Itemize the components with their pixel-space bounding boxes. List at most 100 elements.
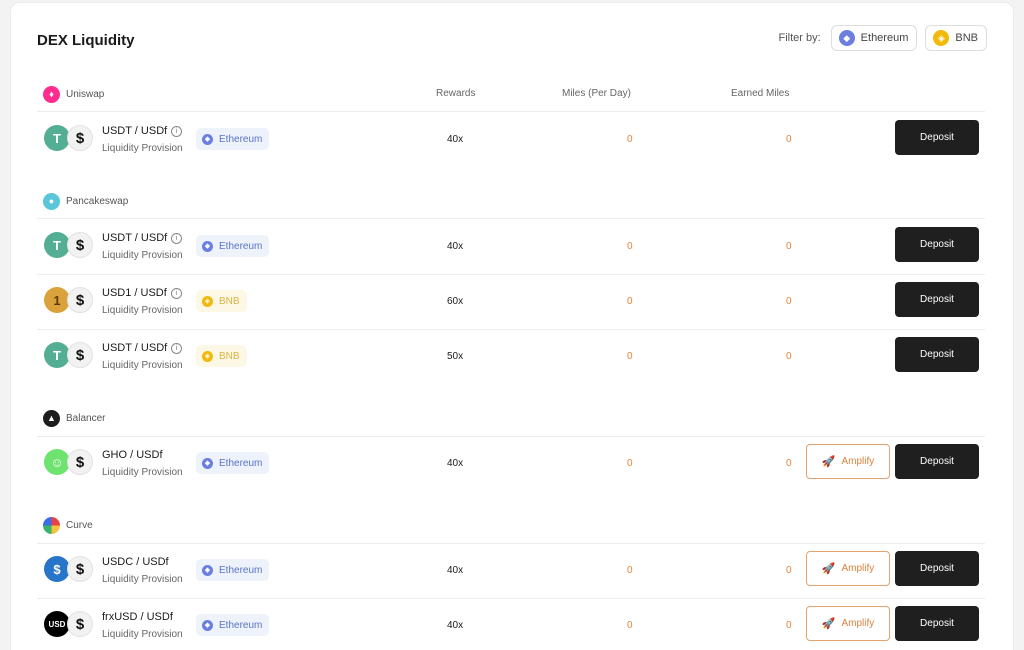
position-type: Liquidity Provision: [102, 250, 183, 261]
rewards-value: 40x: [447, 565, 464, 576]
table-row: $ $ USDC / USDf Liquidity Provision ◆ Eth…: [37, 543, 985, 598]
position-type: Liquidity Provision: [102, 305, 183, 316]
section-curve: Curve: [43, 513, 985, 537]
deposit-button[interactable]: Deposit: [895, 551, 979, 586]
pair-label: USDT / USDf: [102, 125, 168, 137]
pair-name: USD1 / USDf i: [102, 287, 182, 299]
earned-miles-value: 0: [786, 351, 792, 362]
column-earned-miles: Earned Miles: [731, 88, 790, 99]
header: DEX Liquidity Filter by: ◆ Ethereum ◈ BN…: [37, 25, 987, 54]
table-row: T $ USDT / USDf i Liquidity Provision ◈ BN…: [37, 329, 985, 384]
uniswap-icon: ♦: [43, 85, 60, 103]
pair-label: USDT / USDf: [102, 342, 168, 354]
position-type: Liquidity Provision: [102, 574, 183, 585]
earned-miles-value: 0: [786, 241, 792, 252]
usdf-coin-icon: $: [67, 342, 93, 368]
amplify-button[interactable]: 🚀 Amplify: [806, 551, 890, 586]
table-row: T $ USDT / USDf i Liquidity Provision ◆ Et…: [37, 112, 985, 167]
miles-per-day-value: 0: [627, 134, 633, 145]
rocket-icon: 🚀: [821, 456, 836, 468]
pancakeswap-icon: ●: [43, 192, 60, 210]
deposit-button[interactable]: Deposit: [895, 227, 979, 262]
section-balancer: ▲ Balancer: [43, 406, 985, 430]
table-row: T $ USDT / USDf i Liquidity Provision ◆ Et…: [37, 219, 985, 274]
deposit-button[interactable]: Deposit: [895, 337, 979, 372]
pair-name: USDT / USDf i: [102, 125, 183, 137]
amplify-label: Amplify: [841, 618, 875, 629]
rewards-value: 40x: [447, 241, 464, 252]
rewards-value: 40x: [447, 620, 464, 631]
bnb-icon: ◈: [202, 295, 213, 307]
earned-miles-value: 0: [786, 296, 792, 307]
pair-name: GHO / USDf: [102, 449, 163, 461]
pair-label: frxUSD / USDf: [102, 611, 173, 623]
usdf-coin-icon: $: [67, 125, 93, 151]
usdf-coin-icon: $: [67, 449, 93, 475]
pair-name: frxUSD / USDf: [102, 611, 173, 623]
pair-name: USDT / USDf i: [102, 232, 183, 244]
chain-badge: ◆ Ethereum: [196, 128, 270, 150]
column-miles-per-day: Miles (Per Day): [562, 88, 631, 99]
usdf-coin-icon: $: [67, 232, 93, 258]
deposit-button[interactable]: Deposit: [895, 120, 979, 155]
usdf-coin-icon: $: [67, 611, 93, 637]
balancer-icon: ▲: [43, 409, 60, 427]
position-type: Liquidity Provision: [102, 360, 183, 371]
info-icon[interactable]: i: [171, 232, 183, 244]
info-icon[interactable]: i: [171, 125, 183, 137]
chain-badge: ◆ Ethereum: [196, 614, 270, 636]
ethereum-icon: ◆: [202, 564, 213, 576]
miles-per-day-value: 0: [627, 458, 633, 469]
bnb-icon: ◈: [933, 30, 950, 46]
rocket-icon: 🚀: [821, 563, 836, 575]
miles-per-day-value: 0: [627, 351, 633, 362]
amplify-button[interactable]: 🚀 Amplify: [806, 444, 890, 479]
position-type: Liquidity Provision: [102, 143, 183, 154]
chain-label: BNB: [219, 295, 240, 307]
ethereum-icon: ◆: [202, 133, 213, 145]
filter-label: Filter by:: [778, 32, 821, 44]
pair-label: GHO / USDf: [102, 449, 163, 461]
pair-name: USDT / USDf i: [102, 342, 183, 354]
rocket-icon: 🚀: [821, 618, 836, 630]
filter-bnb-button[interactable]: ◈ BNB: [925, 25, 987, 51]
deposit-button[interactable]: Deposit: [895, 444, 979, 479]
section-title: Uniswap: [66, 88, 105, 100]
deposit-button[interactable]: Deposit: [895, 606, 979, 641]
info-icon[interactable]: i: [171, 342, 183, 354]
amplify-button[interactable]: 🚀 Amplify: [806, 606, 890, 641]
earned-miles-value: 0: [786, 458, 792, 469]
chain-filter: Filter by: ◆ Ethereum ◈ BNB: [778, 25, 987, 51]
position-type: Liquidity Provision: [102, 629, 183, 640]
section-uniswap: ♦ Uniswap: [43, 82, 985, 106]
pair-label: USDT / USDf: [102, 232, 168, 244]
curve-icon: [43, 516, 60, 534]
rewards-value: 40x: [447, 458, 464, 469]
info-icon[interactable]: i: [170, 287, 182, 299]
chain-label: Ethereum: [219, 619, 263, 631]
filter-ethereum-label: Ethereum: [860, 32, 909, 44]
amplify-label: Amplify: [841, 563, 875, 574]
miles-per-day-value: 0: [627, 296, 633, 307]
chain-badge: ◆ Ethereum: [196, 559, 270, 581]
filter-ethereum-button[interactable]: ◆ Ethereum: [830, 25, 918, 51]
filter-bnb-label: BNB: [955, 32, 978, 44]
miles-per-day-value: 0: [627, 620, 633, 631]
chain-label: Ethereum: [219, 133, 263, 145]
chain-label: BNB: [219, 350, 240, 362]
column-rewards: Rewards: [436, 88, 476, 99]
chain-badge: ◆ Ethereum: [196, 235, 270, 257]
chain-badge: ◈ BNB: [196, 345, 247, 367]
pair-name: USDC / USDf: [102, 556, 169, 568]
chain-label: Ethereum: [219, 564, 263, 576]
position-type: Liquidity Provision: [102, 467, 183, 478]
chain-badge: ◆ Ethereum: [196, 452, 270, 474]
chain-badge: ◈ BNB: [196, 290, 247, 312]
usdf-coin-icon: $: [67, 287, 93, 313]
ethereum-icon: ◆: [202, 619, 213, 631]
rewards-value: 50x: [447, 351, 464, 362]
deposit-button[interactable]: Deposit: [895, 282, 979, 317]
table-row: ☺ $ GHO / USDf Liquidity Provision ◆ Ethe…: [37, 436, 985, 491]
earned-miles-value: 0: [786, 134, 792, 145]
usdf-coin-icon: $: [67, 556, 93, 582]
